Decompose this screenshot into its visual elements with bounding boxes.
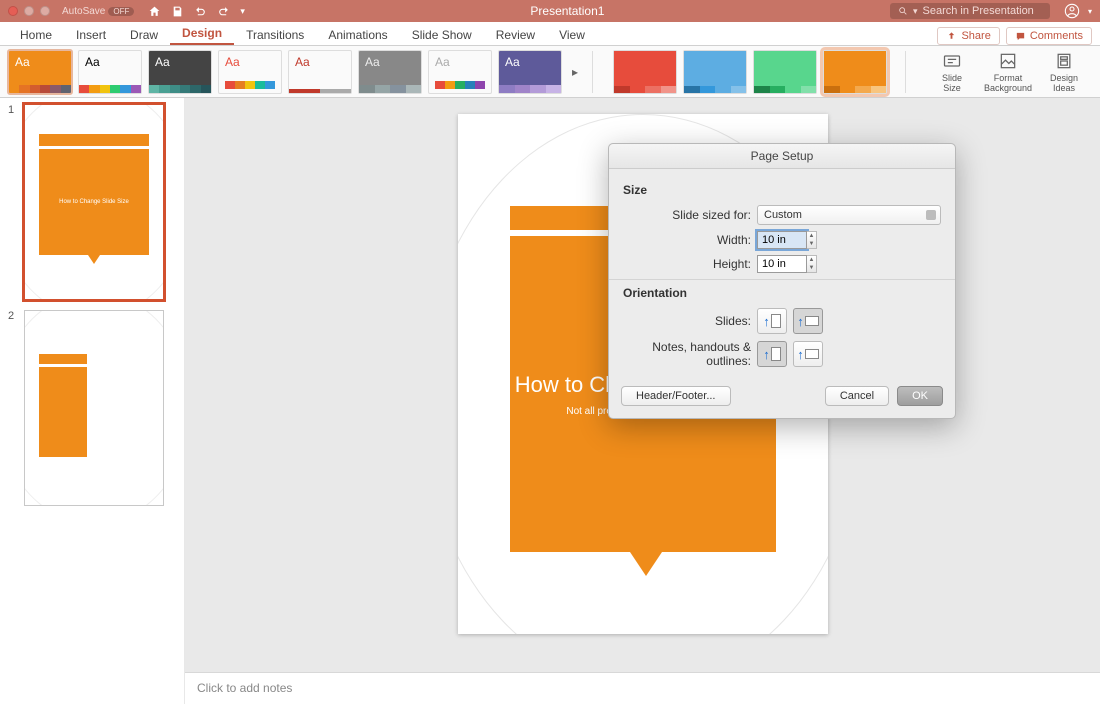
slide-thumbnails-pane: 1 How to Change Slide Size 2 — [0, 98, 185, 704]
variant-tile-2[interactable] — [683, 50, 747, 94]
dialog-title: Page Setup — [609, 144, 955, 169]
cancel-button[interactable]: Cancel — [825, 386, 889, 406]
height-stepper[interactable]: ▲▼ — [807, 255, 817, 273]
tab-insert[interactable]: Insert — [64, 24, 118, 45]
tab-review[interactable]: Review — [484, 24, 547, 45]
notes-orientation-label: Notes, handouts & outlines: — [623, 340, 751, 368]
variant-gallery — [613, 50, 887, 94]
document-title: Presentation1 — [251, 4, 884, 18]
header-footer-button[interactable]: Header/Footer... — [621, 386, 731, 406]
slide-size-icon — [942, 51, 962, 71]
home-icon[interactable] — [148, 5, 161, 18]
section-orientation-label: Orientation — [623, 286, 941, 300]
share-button[interactable]: Share — [937, 27, 999, 45]
search-icon — [898, 6, 908, 16]
search-input[interactable]: ▾ Search in Presentation — [890, 3, 1050, 19]
thumbnail-number: 2 — [8, 310, 14, 322]
sized-for-select[interactable]: Custom — [757, 205, 941, 225]
page-setup-dialog: Page Setup Size Slide sized for: Custom … — [608, 143, 956, 419]
notes-landscape-button[interactable]: ↑ — [793, 341, 823, 367]
slide-thumbnail-1[interactable]: How to Change Slide Size — [24, 104, 164, 300]
format-background-button[interactable]: Format Background — [986, 51, 1030, 93]
close-window-button[interactable] — [8, 6, 18, 16]
section-size-label: Size — [623, 183, 941, 197]
tab-draw[interactable]: Draw — [118, 24, 170, 45]
width-label: Width: — [623, 233, 751, 247]
titlebar: AutoSave OFF ▾ Presentation1 ▾ Search in… — [0, 0, 1100, 22]
theme-tile-5[interactable]: Aa — [288, 50, 352, 94]
variant-tile-3[interactable] — [753, 50, 817, 94]
thumbnail-number: 1 — [8, 104, 14, 116]
variant-tile-4[interactable] — [823, 50, 887, 94]
tab-transitions[interactable]: Transitions — [234, 24, 316, 45]
width-input[interactable] — [757, 231, 807, 249]
theme-gallery-more-button[interactable]: ▸ — [568, 65, 582, 79]
minimize-window-button[interactable] — [24, 6, 34, 16]
design-ideas-icon — [1054, 51, 1074, 71]
ok-button[interactable]: OK — [897, 386, 943, 406]
redo-icon[interactable] — [217, 5, 230, 18]
save-icon[interactable] — [171, 5, 184, 18]
theme-tile-4[interactable]: Aa — [218, 50, 282, 94]
tab-home[interactable]: Home — [8, 24, 64, 45]
tab-animations[interactable]: Animations — [316, 24, 399, 45]
qat-dropdown-icon[interactable]: ▾ — [240, 6, 245, 17]
width-stepper[interactable]: ▲▼ — [807, 231, 817, 249]
maximize-window-button[interactable] — [40, 6, 50, 16]
design-ideas-button[interactable]: Design Ideas — [1042, 51, 1086, 93]
undo-icon[interactable] — [194, 5, 207, 18]
sized-for-label: Slide sized for: — [623, 208, 751, 222]
tab-view[interactable]: View — [547, 24, 597, 45]
slides-orientation-label: Slides: — [623, 314, 751, 328]
slide-size-button[interactable]: Slide Size — [930, 51, 974, 93]
height-input[interactable] — [757, 255, 807, 273]
tab-design[interactable]: Design — [170, 22, 234, 45]
height-label: Height: — [623, 257, 751, 271]
theme-tile-3[interactable]: Aa — [148, 50, 212, 94]
account-icon[interactable] — [1064, 3, 1080, 19]
variant-tile-1[interactable] — [613, 50, 677, 94]
theme-tile-8[interactable]: Aa — [498, 50, 562, 94]
comments-button[interactable]: Comments — [1006, 27, 1092, 45]
tab-slide-show[interactable]: Slide Show — [400, 24, 484, 45]
format-background-icon — [998, 51, 1018, 71]
theme-tile-1[interactable]: Aa — [8, 50, 72, 94]
slide-thumbnail-2[interactable] — [24, 310, 164, 506]
autosave-toggle[interactable]: AutoSave OFF — [62, 6, 134, 17]
notes-portrait-button[interactable]: ↑ — [757, 341, 787, 367]
ribbon-tabs: Home Insert Draw Design Transitions Anim… — [0, 22, 1100, 46]
slides-portrait-button[interactable]: ↑ — [757, 308, 787, 334]
theme-tile-7[interactable]: Aa — [428, 50, 492, 94]
slides-landscape-button[interactable]: ↑ — [793, 308, 823, 334]
ribbon-body: Aa Aa Aa Aa Aa Aa Aa Aa ▸ Slide Size For… — [0, 46, 1100, 98]
theme-tile-2[interactable]: Aa — [78, 50, 142, 94]
notes-pane[interactable]: Click to add notes — [185, 672, 1100, 704]
theme-tile-6[interactable]: Aa — [358, 50, 422, 94]
account-dropdown-icon[interactable]: ▾ — [1088, 7, 1092, 16]
